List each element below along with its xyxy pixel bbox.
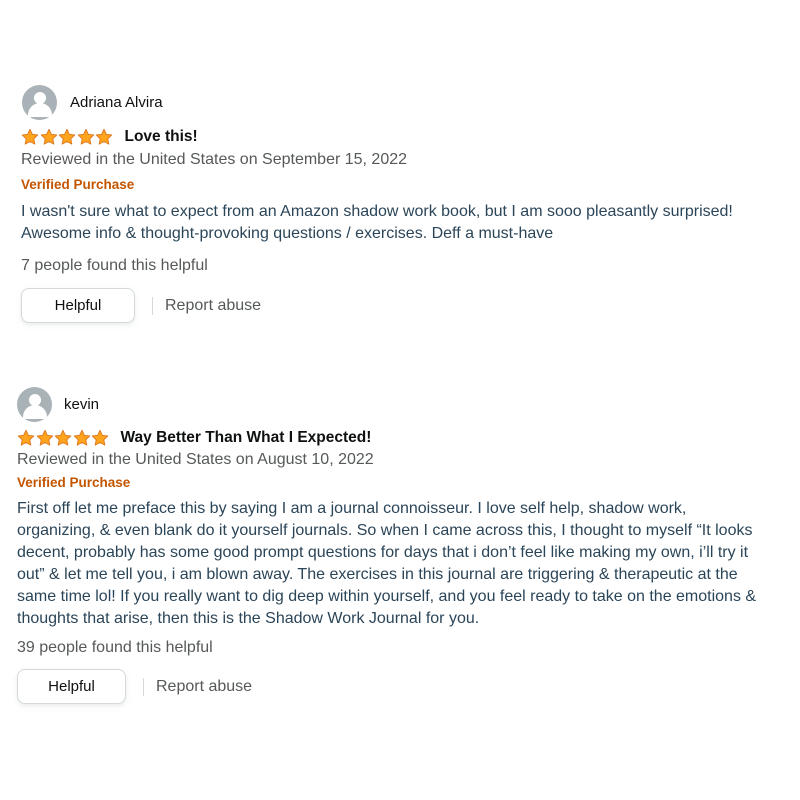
star-rating[interactable]	[17, 429, 110, 447]
review-body: First off let me preface this by saying …	[17, 500, 757, 627]
helpful-count: 39 people found this helpful	[17, 639, 213, 656]
divider	[143, 677, 144, 696]
verified-purchase-badge: Verified Purchase	[17, 475, 131, 490]
star-icon	[91, 429, 109, 446]
star-icon	[21, 128, 39, 145]
divider	[152, 296, 153, 315]
star-icon	[58, 128, 76, 145]
review-body: I wasn't sure what to expect from an Ama…	[21, 203, 733, 242]
star-rating[interactable]	[21, 128, 114, 146]
star-icon	[95, 128, 113, 145]
review-title[interactable]: Love this!	[125, 128, 198, 146]
reviewer-profile[interactable]: Adriana Alvira	[22, 85, 163, 120]
reviewer-name: Adriana Alvira	[70, 94, 163, 111]
avatar-icon	[22, 85, 57, 120]
star-icon	[77, 128, 94, 145]
star-icon	[36, 429, 53, 446]
avatar-icon	[17, 387, 52, 422]
verified-purchase-badge: Verified Purchase	[21, 177, 135, 192]
helpful-button[interactable]: Helpful	[17, 669, 126, 704]
report-abuse-link[interactable]: Report abuse	[165, 297, 261, 315]
star-icon	[73, 429, 90, 446]
review-date: Reviewed in the United States on August …	[17, 451, 374, 468]
report-abuse-link[interactable]: Report abuse	[156, 678, 252, 696]
star-icon	[54, 429, 72, 446]
star-icon	[40, 128, 57, 145]
review-date: Reviewed in the United States on Septemb…	[21, 151, 408, 168]
reviewer-name: kevin	[64, 396, 100, 413]
reviewer-profile[interactable]: kevin	[17, 387, 99, 422]
helpful-button[interactable]: Helpful	[21, 288, 135, 323]
review-title[interactable]: Way Better Than What I Expected!	[121, 429, 372, 447]
star-icon	[17, 429, 35, 446]
helpful-count: 7 people found this helpful	[21, 257, 208, 274]
